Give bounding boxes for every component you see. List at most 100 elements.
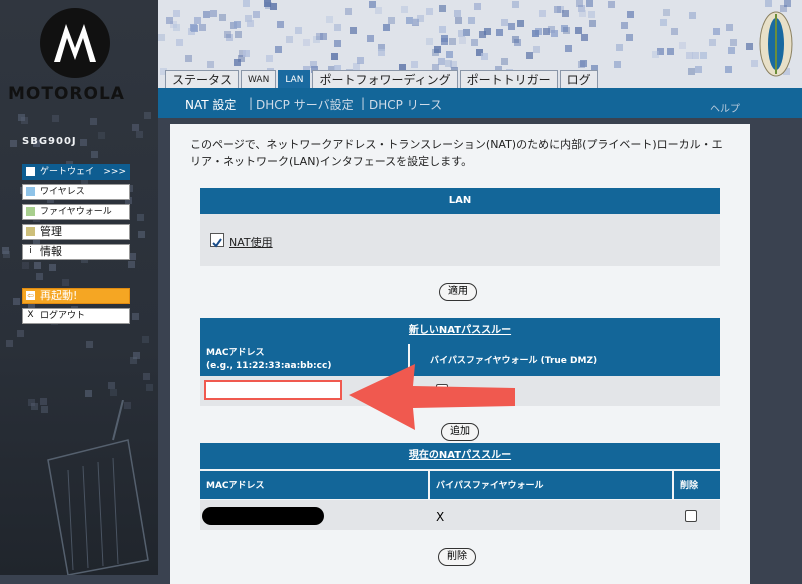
- bypass-value: X: [436, 510, 445, 524]
- decorative-tile: [264, 0, 271, 7]
- decorative-tile: [562, 10, 569, 17]
- lan-section-header: LAN: [200, 188, 720, 214]
- decorative-tile: [234, 59, 241, 66]
- tab-status[interactable]: ステータス: [165, 70, 240, 90]
- decorative-tile: [454, 10, 461, 17]
- decorative-tile: [326, 16, 333, 23]
- decorative-tile: [224, 31, 231, 38]
- sidebar-item-wireless[interactable]: ワイヤレス: [22, 184, 130, 200]
- decorative-tile: [21, 117, 28, 124]
- sidebar-item-logout[interactable]: X ログアウト: [22, 308, 130, 324]
- delete-button[interactable]: 削除: [438, 548, 476, 566]
- nat-checkbox[interactable]: [210, 233, 224, 248]
- decorative-tile: [108, 382, 115, 389]
- decorative-tile: [554, 6, 561, 13]
- decorative-tile: [203, 11, 210, 18]
- decorative-tile: [581, 34, 588, 41]
- decorative-tile: [303, 39, 310, 46]
- decorative-tile: [426, 8, 433, 15]
- decorative-tile: [144, 112, 151, 119]
- decorative-tile: [378, 49, 385, 56]
- decorative-tile: [689, 12, 696, 19]
- decorative-tile: [539, 10, 546, 17]
- delete-checkbox[interactable]: [685, 510, 697, 522]
- decorative-tile: [508, 23, 515, 30]
- main-tabs: ステータス WAN LAN ポートフォワーディング ポートトリガー ログ: [165, 70, 600, 90]
- chevrons-icon: >>>: [103, 167, 126, 177]
- decorative-tile: [266, 55, 273, 62]
- sidebar-item-label: 情報: [40, 245, 62, 258]
- decorative-tile: [357, 57, 364, 64]
- decorative-tile: [576, 0, 583, 7]
- decorative-tile: [331, 53, 338, 60]
- sidebar-item-info[interactable]: i 情報: [22, 244, 130, 260]
- decorative-tile: [725, 66, 732, 73]
- subnav-dhcp-server[interactable]: DHCP サーバ設定: [256, 96, 354, 113]
- decorative-tile: [512, 1, 519, 8]
- tab-wan[interactable]: WAN: [241, 70, 277, 90]
- nat-label: NAT使用: [229, 236, 273, 249]
- sidebar-item-reboot[interactable]: ⇦ 再起動!: [22, 288, 130, 304]
- decorative-tile: [353, 63, 360, 70]
- sidebar-item-firewall[interactable]: ファイヤウォール: [22, 204, 130, 220]
- decorative-tile: [700, 52, 707, 59]
- mac-address-input[interactable]: [204, 380, 342, 400]
- subnav-dhcp-lease[interactable]: DHCP リース: [369, 96, 442, 113]
- decorative-tile: [137, 214, 144, 221]
- decorative-tile: [367, 35, 374, 42]
- decorative-tile: [426, 38, 433, 45]
- decorative-tile: [455, 17, 462, 24]
- sidebar-item-label: ゲートウェイ: [40, 167, 95, 177]
- decorative-tile: [660, 19, 667, 26]
- sidebar-item-admin[interactable]: 管理: [22, 224, 130, 240]
- subnav-nat-settings[interactable]: NAT 設定: [185, 96, 236, 113]
- subnav-separator: |: [361, 96, 366, 110]
- decorative-tile: [586, 0, 593, 7]
- decorative-tile: [295, 27, 302, 34]
- decorative-tile: [86, 341, 93, 348]
- sidebar-item-gateway[interactable]: ゲートウェイ >>>: [22, 164, 130, 180]
- decorative-tile: [730, 39, 737, 46]
- decorative-tile: [34, 262, 41, 269]
- decorative-tile: [608, 1, 615, 8]
- decorative-tile: [253, 11, 260, 18]
- decorative-tile: [526, 52, 533, 59]
- tab-log[interactable]: ログ: [559, 70, 598, 90]
- decorative-tile: [129, 253, 136, 260]
- gateway-square-icon: [26, 167, 35, 176]
- decorative-tile: [517, 20, 524, 27]
- decorative-tile: [173, 24, 180, 31]
- apply-button[interactable]: 適用: [439, 283, 477, 301]
- decorative-tile: [713, 28, 720, 35]
- decorative-tile: [589, 20, 596, 27]
- decorative-tile: [563, 27, 570, 34]
- decorative-tile: [190, 24, 197, 31]
- model-name: SBG900J: [22, 136, 77, 147]
- decorative-tile: [13, 298, 20, 305]
- decorative-tile: [158, 34, 165, 41]
- decorative-tile: [136, 131, 143, 138]
- add-button[interactable]: 追加: [441, 423, 479, 441]
- decorative-tile: [133, 352, 140, 359]
- sidebar-item-label: ファイヤウォール: [40, 207, 112, 217]
- decorative-tile: [692, 52, 699, 59]
- decorative-tile: [484, 28, 491, 35]
- decorative-tile: [765, 0, 772, 7]
- decorative-tile: [219, 14, 226, 21]
- sub-navigation: NAT 設定 | DHCP サーバ設定 | DHCP リース ヘルプ: [158, 88, 802, 118]
- help-link[interactable]: ヘルプ: [710, 100, 740, 115]
- sidebar-item-label: ワイヤレス: [40, 187, 85, 197]
- tab-port-trigger[interactable]: ポートトリガー: [459, 70, 558, 90]
- decorative-tile: [626, 34, 633, 41]
- decorative-tile: [10, 140, 17, 147]
- decorative-tile: [334, 24, 341, 31]
- decorative-tile: [91, 151, 98, 158]
- decorative-tile: [578, 61, 585, 68]
- decorative-tile: [388, 17, 395, 24]
- tab-port-forwarding[interactable]: ポートフォワーディング: [312, 70, 458, 90]
- decorative-tile: [235, 31, 242, 38]
- decorative-tile: [234, 21, 241, 28]
- tab-lan[interactable]: LAN: [278, 70, 311, 90]
- decorative-tile: [459, 37, 466, 44]
- decorative-tile: [501, 19, 508, 26]
